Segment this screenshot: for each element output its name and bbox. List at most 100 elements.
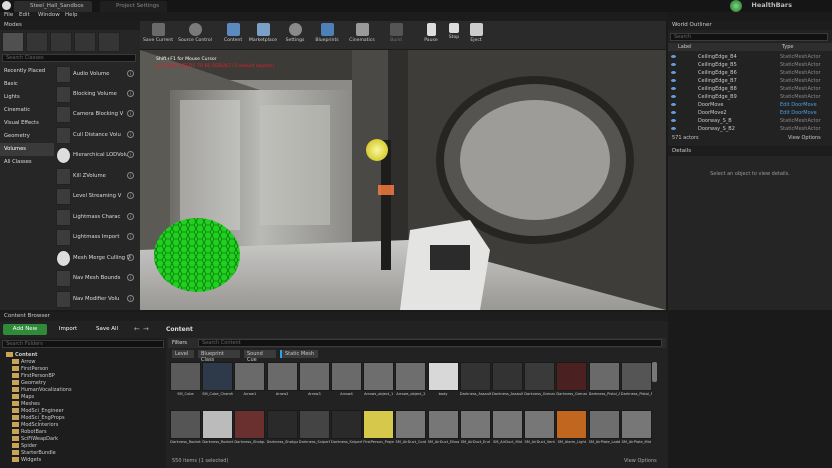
outliner-row[interactable]: Doorway_S_B2 StaticMeshActor <box>668 125 832 133</box>
asset-tile[interactable]: Darkness_Grenade_Launcher <box>556 362 588 403</box>
menu-edit[interactable]: Edit <box>19 12 30 18</box>
build-button[interactable]: Build <box>386 23 406 48</box>
back-arrow-icon[interactable]: ← <box>134 325 140 333</box>
class-item[interactable]: Cull Distance Volu i <box>55 126 138 145</box>
settings-button[interactable]: Settings <box>282 23 308 48</box>
add-new-button[interactable]: Add New <box>3 324 47 335</box>
content-search-input[interactable]: Search Content <box>198 339 662 347</box>
forward-arrow-icon[interactable]: → <box>143 325 149 333</box>
class-item[interactable]: Level Streaming Vi <box>55 187 138 206</box>
asset-tile[interactable]: SM_AirDuct_Cord <box>395 410 427 451</box>
landscape-mode-icon[interactable] <box>50 32 72 52</box>
outliner-row[interactable]: CeilingEdge_B8 StaticMeshActor <box>668 85 832 93</box>
category-all-classes[interactable]: All Classes <box>0 156 54 169</box>
class-item[interactable]: Kill ZVolume i <box>55 167 138 186</box>
foliage-mode-icon[interactable] <box>74 32 96 52</box>
asset-tile[interactable]: SM_AirDuct_Elbow <box>427 410 459 451</box>
class-item[interactable]: Nav Mesh Bounds i <box>55 269 138 288</box>
outliner-view-options[interactable]: View Options <box>788 135 821 141</box>
asset-tile[interactable]: Arrow1 <box>234 362 266 403</box>
asset-tile[interactable]: Darkness_AssaultRifle_Ammo <box>459 362 491 403</box>
asset-tile[interactable]: Darkness_Pistol_Ammo <box>588 362 620 403</box>
class-item[interactable]: Lightmass Charac i <box>55 208 138 227</box>
eye-icon[interactable] <box>671 95 676 98</box>
class-item[interactable]: Camera Blocking Vi <box>55 105 138 124</box>
asset-tile[interactable]: Arrows_object_1 <box>363 362 395 403</box>
modes-search-input[interactable]: Search Classes <box>2 54 136 62</box>
blueprints-button[interactable]: Blueprints <box>312 23 342 48</box>
tree-item[interactable]: Spider <box>12 443 37 449</box>
asset-tile[interactable]: Darkness_Shotgun_Pickup <box>266 410 298 451</box>
source-control-button[interactable]: Source Control <box>176 23 214 48</box>
tree-item[interactable]: SciFiWeapDark <box>12 436 58 442</box>
eye-icon[interactable] <box>671 79 676 82</box>
asset-tile[interactable]: SM_Alarm_Light <box>556 410 588 451</box>
content-view-options[interactable]: View Options <box>624 458 657 464</box>
asset-tile[interactable]: SM_Cube_Chamfer <box>202 362 234 403</box>
eye-icon[interactable] <box>671 119 676 122</box>
pause-button[interactable]: Pause <box>420 23 442 48</box>
tree-item[interactable]: HumanVocalizations <box>12 387 72 393</box>
outliner-row[interactable]: Doorway_S_B StaticMeshActor <box>668 117 832 125</box>
menu-file[interactable]: File <box>4 12 13 18</box>
asset-tile[interactable]: body <box>427 362 459 403</box>
filter-tag-level[interactable]: Level <box>172 350 194 358</box>
tree-item[interactable]: FirstPersonBP <box>12 373 55 379</box>
filters-dropdown[interactable]: Filters <box>172 340 187 346</box>
outliner-row[interactable]: CeilingEdge_B4 StaticMeshActor <box>668 53 832 61</box>
level-viewport[interactable]: Shift+F1 for Mouse Cursor LIGHTING NEEDS… <box>140 50 666 310</box>
eye-icon[interactable] <box>671 63 676 66</box>
eye-icon[interactable] <box>671 103 676 106</box>
tree-root[interactable]: Content <box>6 352 37 358</box>
outliner-row[interactable]: DoorMove Edit DoorMove <box>668 101 832 109</box>
content-button[interactable]: Content <box>220 23 246 48</box>
category-volumes[interactable]: Volumes <box>0 143 54 156</box>
eject-button[interactable]: Eject <box>466 23 486 48</box>
class-item[interactable]: Nav Modifier Volu i <box>55 290 138 309</box>
path-breadcrumb[interactable]: Content <box>166 326 193 333</box>
tab-level[interactable]: Steel_Hall_Sandbox <box>14 1 92 12</box>
asset-tile[interactable]: Arrow2 <box>266 362 298 403</box>
filter-tag-static-mesh[interactable]: Static Mesh <box>280 350 318 358</box>
category-basic[interactable]: Basic <box>0 78 54 91</box>
tab-project-settings[interactable]: Project Settings <box>100 1 168 12</box>
category-geometry[interactable]: Geometry <box>0 130 54 143</box>
category-lights[interactable]: Lights <box>0 91 54 104</box>
outliner-row[interactable]: CeilingEdge_B7 StaticMeshActor <box>668 77 832 85</box>
asset-tile[interactable]: Arrow3 <box>298 362 330 403</box>
class-item[interactable]: Lightmass Import i <box>55 228 138 247</box>
unreal-logo-icon[interactable] <box>2 1 11 10</box>
asset-tile[interactable]: Arrows_object_2 <box>395 362 427 403</box>
cinematics-button[interactable]: Cinematics <box>346 23 378 48</box>
asset-tile[interactable]: Arrow4 <box>331 362 362 403</box>
asset-tile[interactable]: Darkness_Grenade_Launcher <box>524 362 556 403</box>
asset-tile[interactable]: Darkness_SniperRifle_Ammo <box>298 410 330 451</box>
asset-tile[interactable]: Darkness_Rocket <box>170 410 201 451</box>
category-recently-placed[interactable]: Recently Placed <box>0 65 54 78</box>
asset-tile[interactable]: Darkness_SniperRifle_Pickup <box>331 410 362 451</box>
class-item[interactable]: Mesh Merge Culling Vi <box>55 249 138 268</box>
tree-item[interactable]: ModSci_EngProps <box>12 415 65 421</box>
outliner-row[interactable]: CeilingEdge_B6 StaticMeshActor <box>668 69 832 77</box>
class-item[interactable]: Hierarchical LODVolu i <box>55 146 138 165</box>
asset-tile[interactable]: SM_AirPlate_Mid <box>620 410 652 451</box>
category-visual-effects[interactable]: Visual Effects <box>0 117 54 130</box>
column-label[interactable]: Label <box>678 44 692 50</box>
tree-item[interactable]: Arrow <box>12 359 35 365</box>
save-all-button[interactable]: Save All <box>88 324 126 335</box>
eye-icon[interactable] <box>671 111 676 114</box>
category-cinematic[interactable]: Cinematic <box>0 104 54 117</box>
tree-item[interactable]: ModSci_Engineer <box>12 408 64 414</box>
eye-icon[interactable] <box>671 127 676 130</box>
class-item[interactable]: Blocking Volume i <box>55 85 138 104</box>
tree-item[interactable]: Geometry <box>12 380 46 386</box>
class-item[interactable]: Audio Volume i <box>55 65 138 84</box>
paint-mode-icon[interactable] <box>26 32 48 52</box>
filter-tag-sound-cue[interactable]: Sound Cue <box>244 350 276 363</box>
place-mode-icon[interactable] <box>2 32 24 52</box>
filter-tag-blueprint[interactable]: Blueprint Class <box>198 350 240 363</box>
column-type[interactable]: Type <box>782 44 793 50</box>
asset-tile[interactable]: Darkness_Pistol_Pickup <box>620 362 652 403</box>
outliner-row[interactable]: CeilingEdge_B9 StaticMeshActor <box>668 93 832 101</box>
menu-help[interactable]: Help <box>65 12 78 18</box>
